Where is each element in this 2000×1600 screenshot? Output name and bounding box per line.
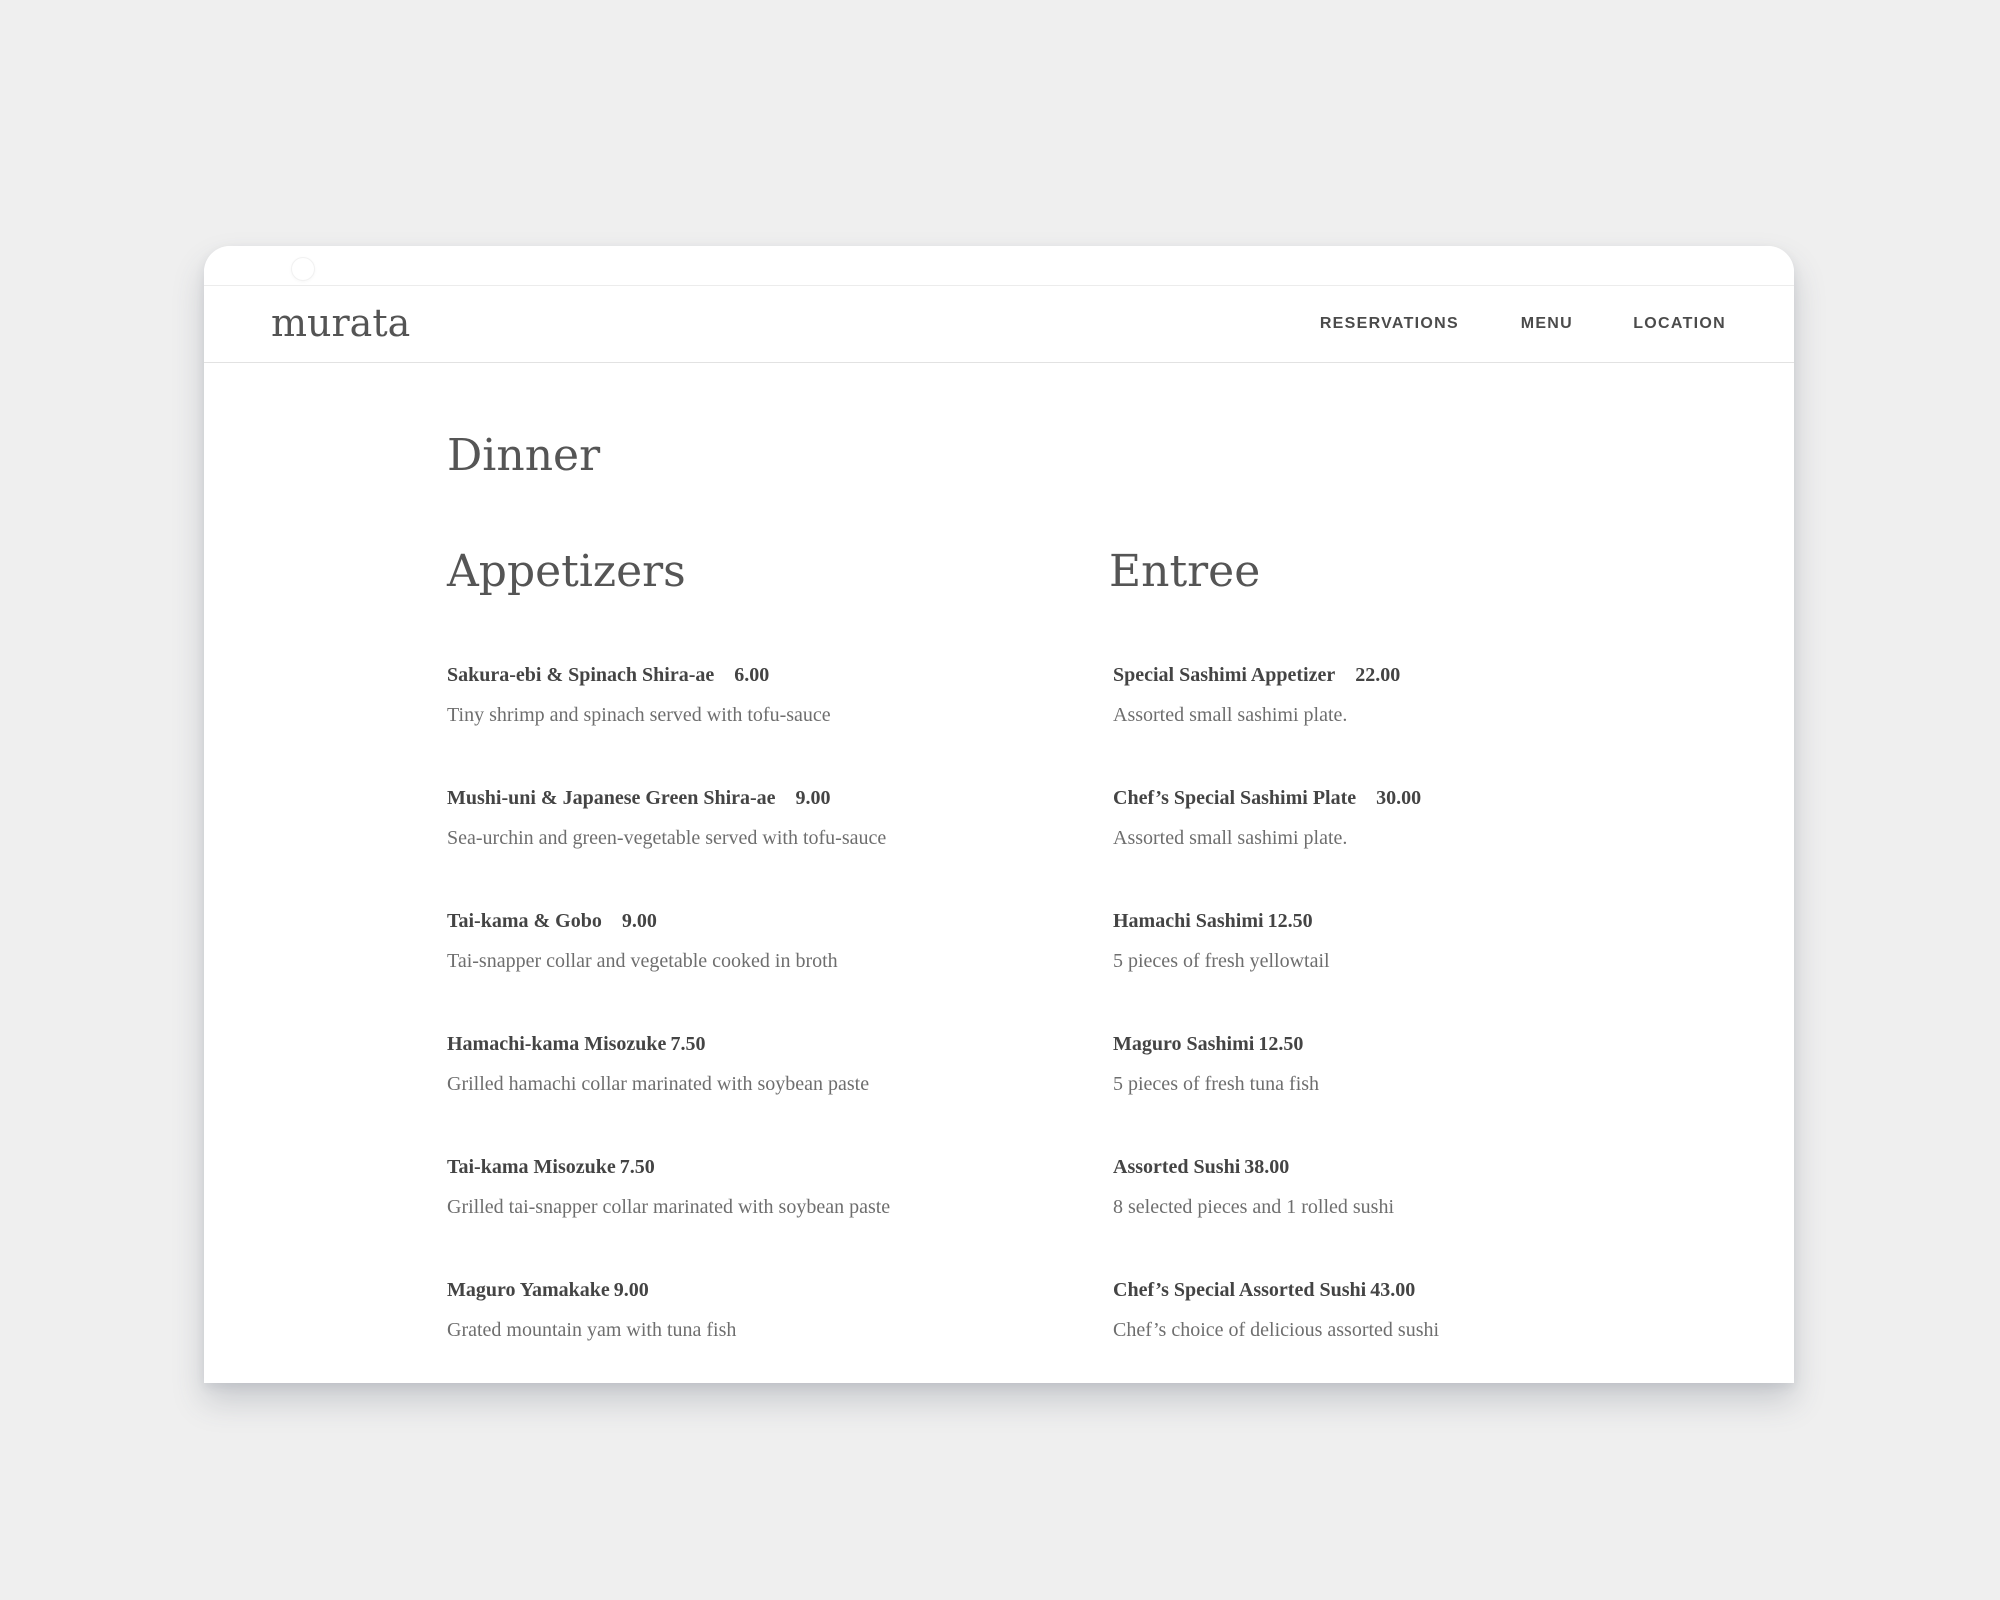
nav-menu-link[interactable]: MENU (1521, 315, 1573, 333)
appetizer-item: Mushi-uni & Japanese Green Shira-ae 9.00 … (447, 781, 890, 904)
item-name: Maguro Sashimi (1113, 1033, 1255, 1055)
appetizer-item: Tai-kama Misozuke 7.50 Grilled tai-snappe… (447, 1150, 890, 1273)
item-title-line: Chef’s Special Sashimi Plate 30.00 (1113, 781, 1439, 815)
item-price: 43.00 (1370, 1279, 1416, 1301)
item-price: 7.50 (670, 1033, 706, 1055)
item-price: 22.00 (1355, 664, 1401, 686)
item-title-line: Sakura-ebi & Spinach Shira-ae 6.00 (447, 658, 890, 692)
item-price: 38.00 (1244, 1156, 1290, 1178)
item-description: 8 selected pieces and 1 rolled sushi (1113, 1196, 1395, 1218)
item-description: 5 pieces of fresh tuna fish (1113, 1073, 1320, 1095)
item-title-line: Maguro Sashimi 12.50 (1113, 1027, 1439, 1061)
item-name: Assorted Sushi (1113, 1156, 1241, 1178)
item-description: Chef’s choice of delicious assorted sush… (1113, 1319, 1440, 1341)
item-description: Assorted small sashimi plate. (1113, 827, 1348, 849)
item-title-line: Hamachi-kama Misozuke 7.50 (447, 1027, 890, 1061)
item-description: Grilled hamachi collar marinated with so… (447, 1073, 870, 1095)
browser-window: murata RESERVATIONS MENU LOCATION Dinner… (204, 246, 1794, 1383)
item-title-line: Special Sashimi Appetizer 22.00 (1113, 658, 1439, 692)
item-description: Grilled tai-snapper collar marinated wit… (447, 1196, 891, 1218)
appetizer-item: Maguro Yamakake 9.00 Grated mountain yam … (447, 1273, 890, 1383)
entree-item: Maguro Sashimi 12.50 5 pieces of fresh tu… (1113, 1027, 1439, 1150)
item-price: 9.00 (613, 1279, 649, 1301)
item-name: Chef’s Special Sashimi Plate (1113, 787, 1357, 809)
site-logo[interactable]: murata (271, 299, 410, 347)
window-control-dot-icon[interactable] (291, 257, 315, 281)
item-description: Tiny shrimp and spinach served with tofu… (447, 704, 831, 726)
site-header: murata RESERVATIONS MENU LOCATION (204, 286, 1794, 363)
appetizer-item: Hamachi-kama Misozuke 7.50 Grilled hamach… (447, 1027, 890, 1150)
item-name: Chef’s Special Assorted Sushi (1113, 1279, 1367, 1301)
item-description: Assorted small sashimi plate. (1113, 704, 1348, 726)
item-title-line: Tai-kama & Gobo 9.00 (447, 904, 890, 938)
item-price: 30.00 (1376, 787, 1422, 809)
page-title: Dinner (447, 430, 601, 481)
item-title-line: Chef’s Special Assorted Sushi 43.00 (1113, 1273, 1439, 1307)
appetizers-heading: Appetizers (447, 546, 686, 597)
menu-content: Dinner Appetizers Sakura-ebi & Spinach S… (204, 364, 1794, 1383)
item-title-line: Assorted Sushi 38.00 (1113, 1150, 1439, 1184)
nav-reservations-link[interactable]: RESERVATIONS (1320, 315, 1459, 333)
item-name: Maguro Yamakake (447, 1279, 610, 1301)
item-name: Tai-kama & Gobo (447, 910, 602, 932)
entree-item: Chef’s Special Assorted Sushi 43.00 Chef’… (1113, 1273, 1439, 1383)
item-name: Special Sashimi Appetizer (1113, 664, 1336, 686)
item-description: Sea-urchin and green-vegetable served wi… (447, 827, 887, 849)
item-price: 9.00 (795, 787, 831, 809)
entree-item: Hamachi Sashimi 12.50 5 pieces of fresh y… (1113, 904, 1439, 1027)
item-price: 6.00 (734, 664, 770, 686)
item-name: Hamachi Sashimi (1113, 910, 1264, 932)
entree-heading: Entree (1109, 546, 1261, 597)
item-name: Mushi-uni & Japanese Green Shira-ae (447, 787, 776, 809)
item-price: 7.50 (619, 1156, 655, 1178)
item-description: 5 pieces of fresh yellowtail (1113, 950, 1330, 972)
appetizer-item: Tai-kama & Gobo 9.00 Tai-snapper collar a… (447, 904, 890, 1027)
item-name: Tai-kama Misozuke (447, 1156, 616, 1178)
item-title-line: Tai-kama Misozuke 7.50 (447, 1150, 890, 1184)
entree-item: Chef’s Special Sashimi Plate 30.00 Assort… (1113, 781, 1439, 904)
item-price: 12.50 (1258, 1033, 1304, 1055)
entree-item: Assorted Sushi 38.00 8 selected pieces an… (1113, 1150, 1439, 1273)
item-price: 12.50 (1267, 910, 1313, 932)
appetizers-list: Sakura-ebi & Spinach Shira-ae 6.00 Tiny s… (447, 658, 890, 1383)
item-title-line: Hamachi Sashimi 12.50 (1113, 904, 1439, 938)
appetizer-item: Sakura-ebi & Spinach Shira-ae 6.00 Tiny s… (447, 658, 890, 781)
window-title-bar (204, 246, 1794, 286)
item-name: Hamachi-kama Misozuke (447, 1033, 667, 1055)
item-description: Tai-snapper collar and vegetable cooked … (447, 950, 838, 972)
nav-location-link[interactable]: LOCATION (1633, 315, 1726, 333)
item-price: 9.00 (621, 910, 657, 932)
entree-list: Special Sashimi Appetizer 22.00 Assorted … (1113, 658, 1439, 1383)
entree-item: Special Sashimi Appetizer 22.00 Assorted … (1113, 658, 1439, 781)
item-name: Sakura-ebi & Spinach Shira-ae (447, 664, 715, 686)
item-title-line: Maguro Yamakake 9.00 (447, 1273, 890, 1307)
item-description: Grated mountain yam with tuna fish (447, 1319, 737, 1341)
item-title-line: Mushi-uni & Japanese Green Shira-ae 9.00 (447, 781, 890, 815)
